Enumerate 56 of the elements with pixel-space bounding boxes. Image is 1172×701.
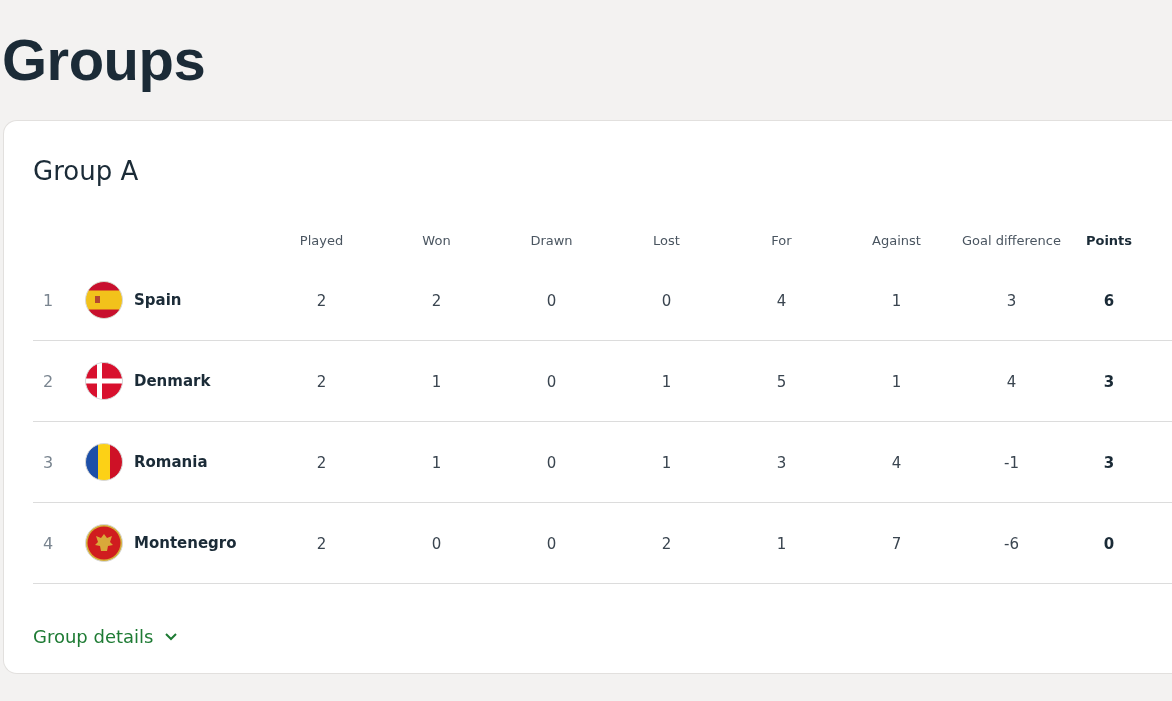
- denmark-flag-icon: [85, 362, 123, 400]
- table-cell: 2: [316, 453, 327, 472]
- team-name: Romania: [134, 453, 208, 471]
- table-cell: 0: [431, 534, 442, 553]
- column-header: Lost: [653, 233, 680, 248]
- table-cell: 6: [1103, 291, 1115, 310]
- column-header: Played: [299, 233, 344, 248]
- table-cell: 1: [431, 453, 442, 472]
- table-cell: -6: [1004, 534, 1019, 553]
- table-cell: 4: [1006, 372, 1017, 391]
- table-cell: 0: [546, 453, 557, 472]
- rank-number: 3: [42, 452, 54, 472]
- rank-number: 1: [42, 290, 54, 310]
- rank-number: 2: [42, 371, 54, 391]
- chevron-down-icon: [163, 631, 178, 642]
- table-cell: 0: [661, 291, 672, 310]
- column-header: Goal difference: [962, 233, 1061, 248]
- table-cell: 0: [546, 534, 557, 553]
- montenegro-flag-icon: [85, 524, 123, 562]
- column-header: Won: [422, 233, 451, 248]
- table-cell: 7: [891, 534, 902, 553]
- table-cell: 1: [776, 534, 787, 553]
- page-title: Groups: [1, 26, 207, 94]
- table-cell: 0: [1103, 534, 1115, 553]
- team-name: Spain: [134, 291, 182, 309]
- table-cell: 4: [891, 453, 902, 472]
- table-cell: 5: [776, 372, 787, 391]
- column-header: Points: [1085, 233, 1133, 248]
- column-header: Against: [872, 233, 921, 248]
- table-cell: 1: [431, 372, 442, 391]
- column-header: For: [771, 233, 792, 248]
- rank-number: 4: [42, 533, 54, 553]
- group-title: Group A: [33, 155, 140, 188]
- team-name: Denmark: [134, 372, 211, 390]
- romania-flag-icon: [85, 443, 123, 481]
- table-cell: 0: [546, 291, 557, 310]
- table-cell: 3: [1006, 291, 1017, 310]
- table-cell: 1: [891, 372, 902, 391]
- table-cell: 3: [1103, 372, 1115, 391]
- table-cell: 2: [431, 291, 442, 310]
- table-cell: 1: [661, 453, 672, 472]
- group-details-link[interactable]: Group details: [33, 626, 178, 647]
- table-cell: 1: [661, 372, 672, 391]
- table-cell: 3: [1103, 453, 1115, 472]
- table-cell: 3: [776, 453, 787, 472]
- table-cell: 4: [776, 291, 787, 310]
- table-cell: 2: [316, 372, 327, 391]
- table-cell: 1: [891, 291, 902, 310]
- table-cell: -1: [1004, 453, 1019, 472]
- table-cell: 2: [316, 291, 327, 310]
- team-name: Montenegro: [134, 534, 237, 552]
- table-cell: 0: [546, 372, 557, 391]
- table-cell: 2: [661, 534, 672, 553]
- table-cell: 2: [316, 534, 327, 553]
- spain-flag-icon: [85, 281, 123, 319]
- column-header: Drawn: [530, 233, 573, 248]
